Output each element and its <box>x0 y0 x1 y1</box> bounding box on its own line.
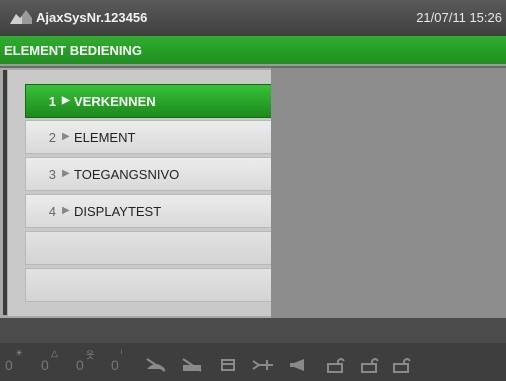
sun-icon: ☀ <box>15 348 24 358</box>
status-icon-bar: 0 ☀ 0 △ 0 웃 0 ˡ <box>0 343 506 381</box>
menu-item-number: 1 <box>48 94 56 109</box>
menu-item-displaytest[interactable]: 4 ▶ DISPLAYTEST <box>25 194 272 228</box>
menu-item-empty <box>25 231 272 265</box>
menu-item-verkennen[interactable]: 1 ▶ VERKENNEN <box>25 84 278 118</box>
datetime: 21/07/11 15:26 <box>416 10 502 25</box>
speaker-icon[interactable] <box>286 357 310 373</box>
network-icon[interactable] <box>251 357 275 373</box>
lock-open-icon[interactable] <box>358 357 382 373</box>
title-bar: AjaxSysNr.123456 21/07/11 15:26 <box>0 0 506 36</box>
menu-panel: 1 ▶ VERKENNEN 2 ▶ ELEMENT 3 ▶ TOEGANGSNI… <box>8 70 278 316</box>
menu-item-label: ELEMENT <box>74 130 136 145</box>
person-counter: 0 웃 <box>76 350 95 373</box>
scroll-indicator[interactable] <box>3 70 7 315</box>
status-bar <box>0 318 506 343</box>
main-content: 1 ▶ VERKENNEN 2 ▶ ELEMENT 3 ▶ TOEGANGSNI… <box>0 68 506 318</box>
arrow-right-icon: ▶ <box>62 205 70 216</box>
app-logo-icon <box>10 10 32 24</box>
menu-item-toegangsnivo[interactable]: 3 ▶ TOEGANGSNIVO <box>25 157 272 191</box>
menu-item-number: 3 <box>48 167 56 182</box>
lock-open-icon[interactable] <box>324 357 348 373</box>
menu-item-label: DISPLAYTEST <box>74 204 162 219</box>
tick-icon: ˡ <box>121 348 123 358</box>
sun-counter: 0 ☀ <box>5 348 24 373</box>
arrow-right-icon: ▶ <box>62 131 70 142</box>
arrow-right-icon: ▶ <box>62 168 70 179</box>
arrow-right-icon: ▶ <box>62 95 70 106</box>
menu-item-number: 2 <box>48 130 56 145</box>
triangle-icon: △ <box>51 348 58 358</box>
filter-icon[interactable] <box>216 357 240 373</box>
tick-counter: 0 ˡ <box>111 348 123 373</box>
triangle-counter: 0 △ <box>41 348 58 373</box>
no-signal-icon[interactable] <box>180 357 204 373</box>
menu-item-label: VERKENNEN <box>74 94 156 109</box>
no-detection-icon[interactable] <box>144 357 168 373</box>
menu-item-label: TOEGANGSNIVO <box>74 167 180 182</box>
menu-item-number: 4 <box>48 204 56 219</box>
menu-item-element[interactable]: 2 ▶ ELEMENT <box>25 120 272 154</box>
detail-panel <box>271 68 506 318</box>
lock-open-icon[interactable] <box>390 357 414 373</box>
page-title: ELEMENT BEDIENING <box>0 36 506 66</box>
person-icon: 웃 <box>86 350 95 360</box>
menu-item-empty <box>25 268 272 302</box>
system-name: AjaxSysNr.123456 <box>36 10 148 25</box>
